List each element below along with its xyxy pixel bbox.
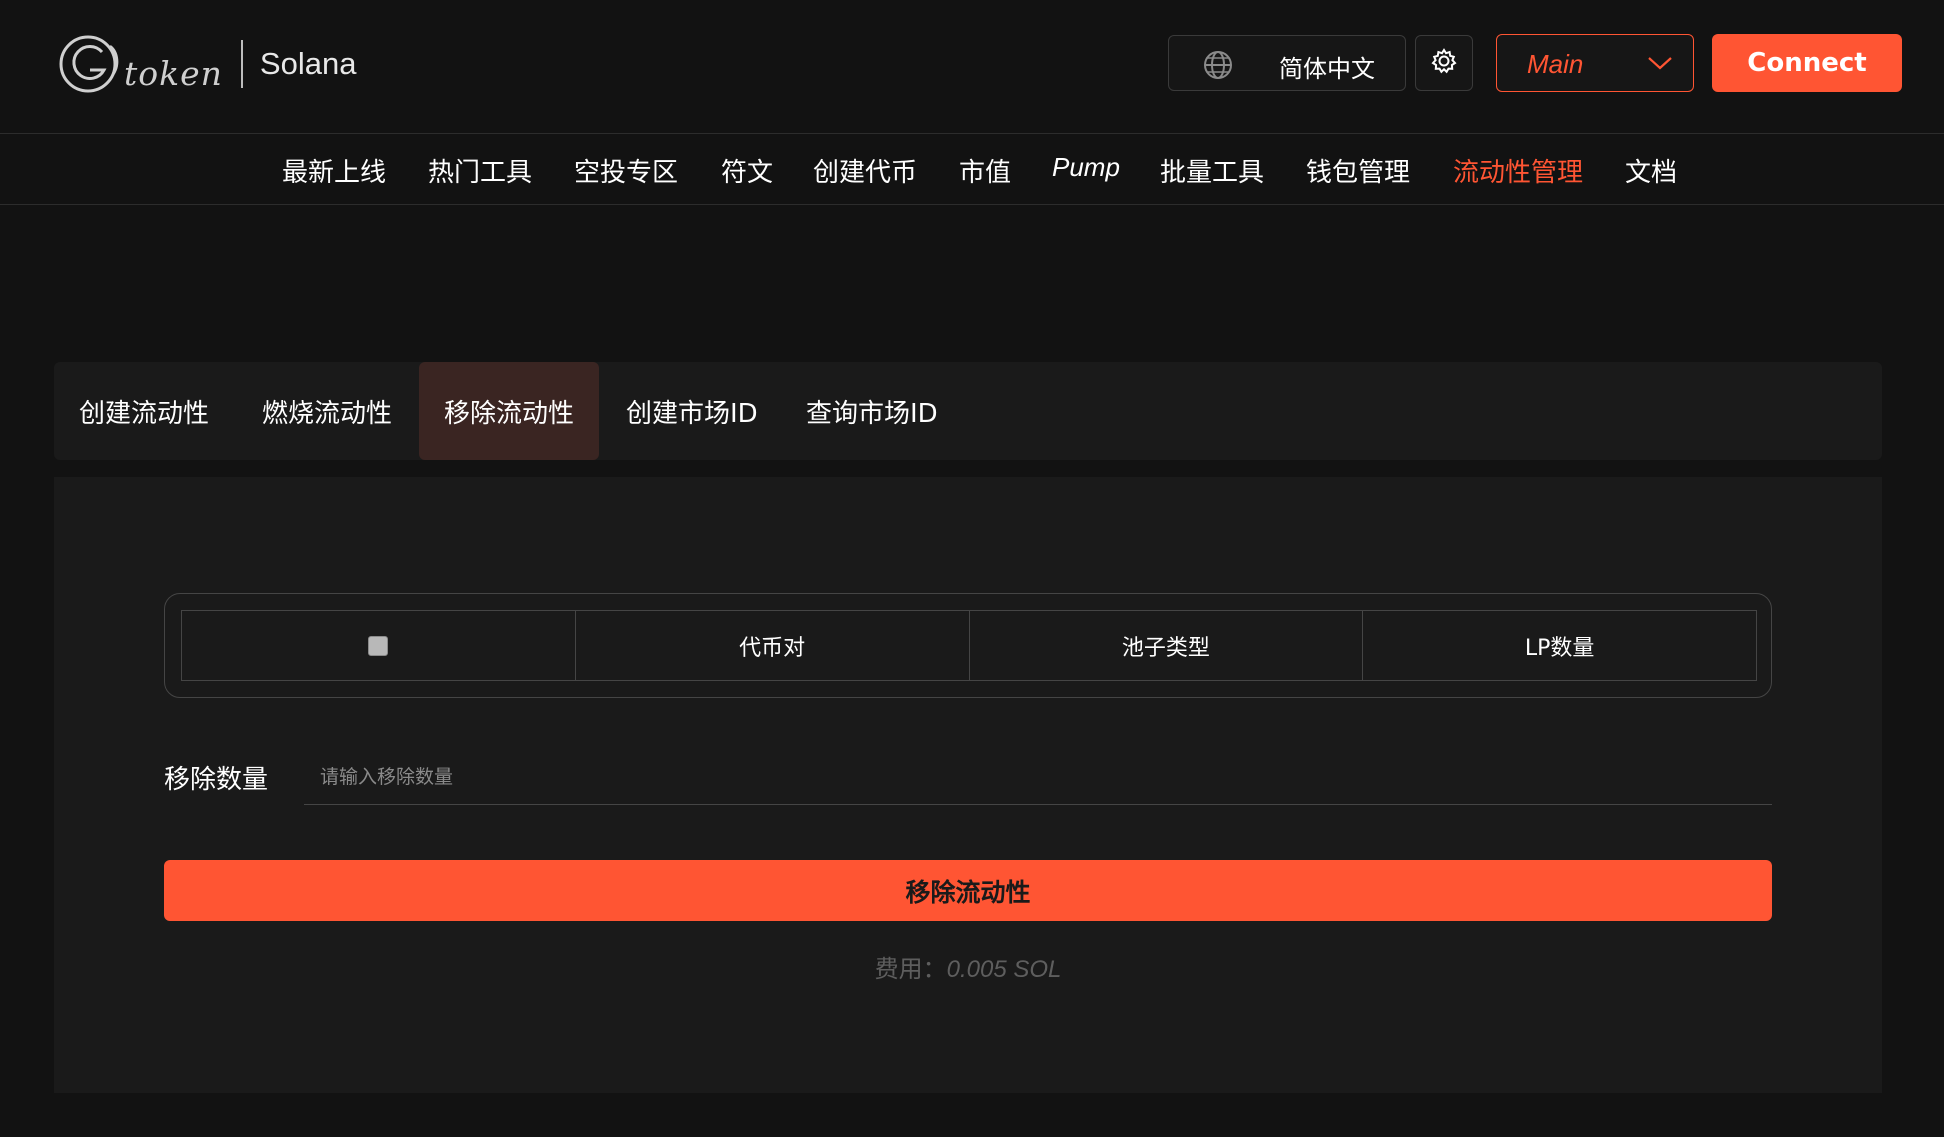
nav-item-runes[interactable]: 符文 <box>721 152 773 189</box>
settings-button[interactable] <box>1415 35 1473 91</box>
column-pool-type: 池子类型 <box>970 611 1364 680</box>
nav-item-market-cap[interactable]: 市值 <box>959 152 1011 189</box>
gear-icon <box>1430 47 1458 79</box>
logo-g-icon <box>58 32 128 96</box>
remove-liquidity-button[interactable]: 移除流动性 <box>164 860 1772 921</box>
remove-amount-input[interactable] <box>304 749 1772 805</box>
logo[interactable]: token Solana <box>58 30 356 98</box>
fee-label: 费用： <box>874 955 947 983</box>
remove-liquidity-panel: 代币对 池子类型 LP数量 移除数量 移除流动性 费用：0.005 SOL <box>54 477 1882 1093</box>
globe-icon <box>1203 50 1233 84</box>
nav-item-wallet[interactable]: 钱包管理 <box>1306 152 1410 189</box>
liquidity-tabs: 创建流动性 燃烧流动性 移除流动性 创建市场ID 查询市场ID <box>54 362 1882 460</box>
network-value: Main <box>1527 49 1584 79</box>
language-selector[interactable]: 简体中文 <box>1168 35 1406 91</box>
connect-wallet-button[interactable]: Connect <box>1712 34 1902 92</box>
nav-item-batch-tools[interactable]: 批量工具 <box>1160 152 1264 189</box>
main-nav: 最新上线 热门工具 空投专区 符文 创建代币 市值 Pump 批量工具 钱包管理… <box>0 135 1944 205</box>
select-all-checkbox[interactable] <box>368 635 389 656</box>
network-select[interactable]: Main <box>1496 34 1694 92</box>
logo-text: token <box>124 53 223 93</box>
nav-item-create-token[interactable]: 创建代币 <box>813 152 917 189</box>
nav-item-liquidity[interactable]: 流动性管理 <box>1453 152 1583 189</box>
lp-table: 代币对 池子类型 LP数量 <box>164 593 1772 698</box>
select-all-cell <box>182 611 576 680</box>
lp-table-header: 代币对 池子类型 LP数量 <box>181 610 1757 681</box>
fee-value: 0.005 SOL <box>946 956 1062 983</box>
chevron-down-icon <box>1647 55 1673 75</box>
column-lp-amount: LP数量 <box>1524 635 1595 661</box>
column-token-pair: 代币对 <box>576 611 970 680</box>
tab-remove-liquidity[interactable]: 移除流动性 <box>419 362 600 460</box>
tab-query-market-id[interactable]: 查询市场ID <box>781 362 963 460</box>
nav-item-hot-tools[interactable]: 热门工具 <box>428 152 532 189</box>
fee-info: 费用：0.005 SOL <box>54 949 1882 984</box>
logo-divider <box>240 40 243 88</box>
nav-item-airdrop[interactable]: 空投专区 <box>574 152 678 189</box>
nav-item-pump[interactable]: Pump <box>1052 152 1120 183</box>
nav-item-docs[interactable]: 文档 <box>1625 152 1677 189</box>
remove-amount-label: 移除数量 <box>164 765 269 795</box>
language-label: 简体中文 <box>1279 55 1375 83</box>
tab-create-liquidity[interactable]: 创建流动性 <box>54 362 234 460</box>
top-header: token Solana 简体中文 Main Connect <box>0 0 1944 134</box>
chain-name: Solana <box>259 46 357 81</box>
nav-item-latest[interactable]: 最新上线 <box>282 152 386 189</box>
tab-burn-liquidity[interactable]: 燃烧流动性 <box>237 362 417 460</box>
tab-create-market-id[interactable]: 创建市场ID <box>601 362 783 460</box>
